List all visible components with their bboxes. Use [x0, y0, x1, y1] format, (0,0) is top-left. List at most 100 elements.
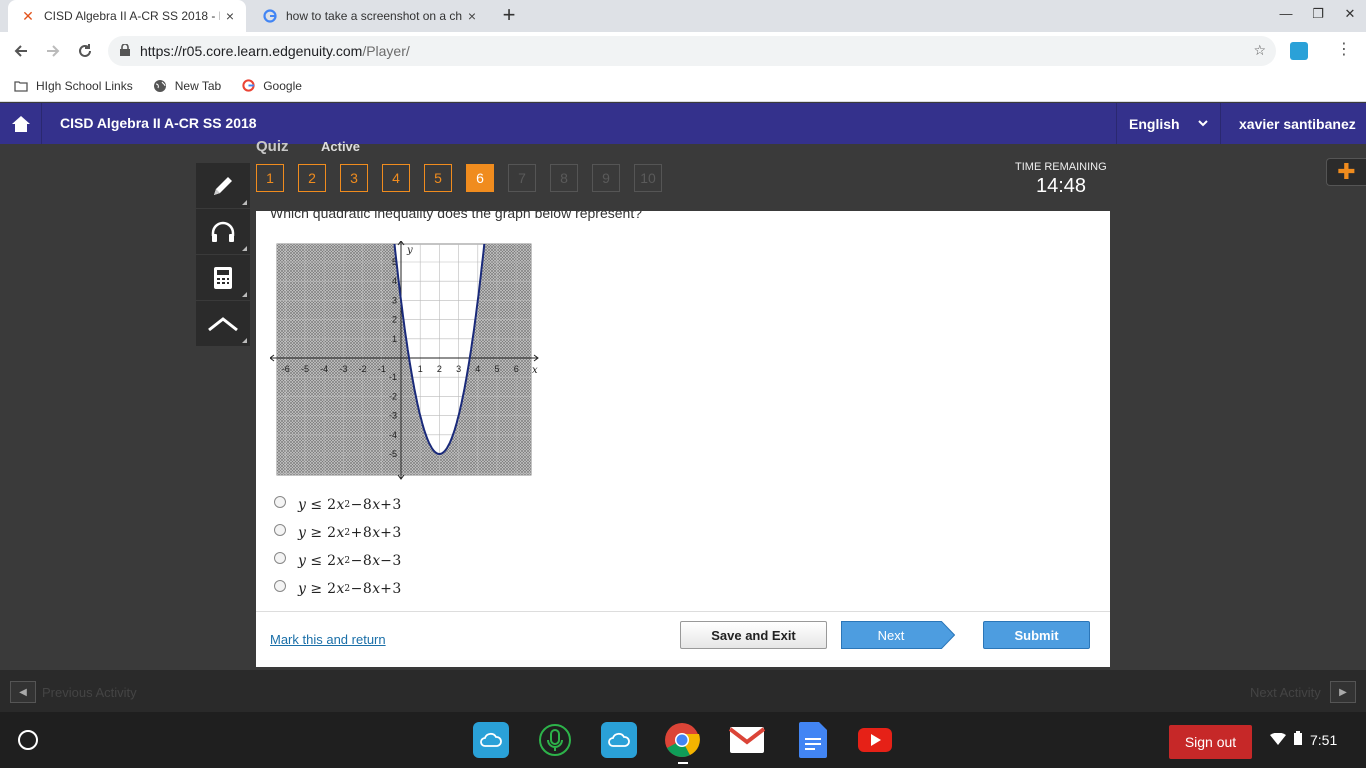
- question-navigator: 1 2 3 4 5 6 7 8 9 10: [256, 164, 676, 192]
- y-tick-label: 1: [392, 334, 397, 344]
- cloud-app-2-icon[interactable]: [601, 722, 637, 758]
- audio-tool[interactable]: [196, 209, 250, 254]
- question-5-button[interactable]: 5: [424, 164, 452, 192]
- headphones-icon: [211, 221, 235, 242]
- extension-cloud-icon[interactable]: [1290, 42, 1308, 60]
- y-tick-label: -3: [389, 411, 397, 421]
- url-host: https://r05.core.learn.edgenuity.com: [140, 43, 363, 59]
- radio-button[interactable]: [274, 552, 286, 564]
- chrome-app-icon[interactable]: [664, 722, 700, 758]
- google-g-icon: [241, 79, 255, 93]
- question-4-button[interactable]: 4: [382, 164, 410, 192]
- question-9-button: 9: [592, 164, 620, 192]
- question-panel: Which quadratic inequality does the grap…: [256, 211, 1110, 667]
- calculator-tool[interactable]: [196, 255, 250, 300]
- radio-button[interactable]: [274, 496, 286, 508]
- gmail-app-icon[interactable]: [729, 722, 765, 758]
- question-3-button[interactable]: 3: [340, 164, 368, 192]
- x-tick-label: 3: [456, 364, 461, 374]
- expand-plus-button[interactable]: ✚: [1326, 158, 1366, 186]
- calculator-icon: [214, 266, 232, 289]
- answer-option-3[interactable]: y ≤ 2 x 2 −8 x −3: [274, 552, 402, 569]
- language-selector[interactable]: English: [1116, 103, 1220, 144]
- next-button[interactable]: Next: [841, 621, 955, 649]
- address-bar[interactable]: https://r05.core.learn.edgenuity.com/Pla…: [108, 36, 1276, 66]
- radio-button[interactable]: [274, 524, 286, 536]
- collapse-tool[interactable]: [196, 301, 250, 346]
- bookmark-star-icon[interactable]: ☆: [1253, 42, 1266, 59]
- radio-button[interactable]: [274, 580, 286, 592]
- quiz-status: Active: [321, 139, 361, 154]
- y-tick-label: -4: [389, 430, 397, 440]
- x-tick-label: 5: [494, 364, 499, 374]
- url-path: /Player/: [362, 43, 410, 59]
- launcher-icon[interactable]: [18, 730, 38, 750]
- previous-activity-label: Previous Activity: [42, 685, 137, 700]
- tab-title: CISD Algebra II A-CR SS 2018 - E: [44, 9, 220, 23]
- activity-navigation-bar: ◀ Previous Activity Next Activity ▶: [0, 670, 1366, 712]
- bookmark-label: HIgh School Links: [36, 78, 133, 93]
- chevron-down-icon: [1197, 118, 1208, 130]
- cloud-app-icon[interactable]: [473, 722, 509, 758]
- mark-and-return-link[interactable]: Mark this and return: [270, 632, 386, 647]
- bookmarks-bar: HIgh School Links New Tab Google: [0, 70, 1366, 102]
- x-axis-label: x: [532, 365, 538, 376]
- new-tab-button[interactable]: +: [498, 4, 520, 26]
- bookmark-high-school-links[interactable]: HIgh School Links: [14, 79, 133, 93]
- quiz-label: Quiz: [256, 138, 289, 155]
- browser-toolbar: https://r05.core.learn.edgenuity.com/Pla…: [0, 32, 1366, 70]
- minimize-icon[interactable]: —: [1274, 6, 1298, 26]
- tab-google-search[interactable]: how to take a screenshot on a ch ×: [250, 0, 488, 32]
- user-menu[interactable]: xavier santibanez: [1220, 103, 1366, 144]
- browser-menu-icon[interactable]: ⋮: [1336, 40, 1352, 60]
- back-arrow-icon[interactable]: [10, 40, 32, 62]
- close-window-icon[interactable]: ✕: [1338, 6, 1362, 26]
- chevron-up-icon: [208, 316, 238, 331]
- next-activity-button[interactable]: ▶: [1330, 681, 1356, 703]
- bookmark-new-tab[interactable]: New Tab: [153, 79, 221, 93]
- save-and-exit-button[interactable]: Save and Exit: [680, 621, 827, 649]
- youtube-app-icon[interactable]: [857, 722, 893, 758]
- submit-button[interactable]: Submit: [983, 621, 1090, 649]
- course-title: CISD Algebra II A-CR SS 2018: [60, 115, 257, 131]
- close-tab-icon[interactable]: ×: [462, 8, 482, 24]
- y-tick-label: 2: [392, 315, 397, 325]
- answer-option-1[interactable]: y ≤ 2 x 2 −8 x +3: [274, 496, 402, 513]
- reload-icon[interactable]: [74, 40, 96, 62]
- microphone-app-icon[interactable]: [537, 722, 573, 758]
- close-tab-icon[interactable]: ×: [220, 8, 240, 24]
- language-label: English: [1129, 115, 1180, 132]
- folder-icon: [14, 79, 28, 93]
- restore-icon[interactable]: ❐: [1306, 6, 1330, 26]
- google-g-icon: [262, 8, 278, 24]
- system-tray[interactable]: 7:51: [1270, 731, 1337, 748]
- y-axis-label: y: [406, 245, 413, 256]
- x-tick-label: 1: [418, 364, 423, 374]
- question-10-button: 10: [634, 164, 662, 192]
- google-docs-app-icon[interactable]: [795, 722, 831, 758]
- forward-arrow-icon[interactable]: [42, 40, 64, 62]
- y-tick-label: 4: [392, 276, 397, 286]
- question-6-button[interactable]: 6: [466, 164, 494, 192]
- bookmark-label: Google: [263, 78, 302, 93]
- question-7-button: 7: [508, 164, 536, 192]
- tab-edgenuity[interactable]: ✕ CISD Algebra II A-CR SS 2018 - E ×: [8, 0, 246, 32]
- player-area: Quiz Active ✚ 1 2 3 4 5 6 7 8 9 10 TIME …: [0, 138, 1366, 670]
- y-tick-label: 3: [392, 295, 397, 305]
- globe-icon: [153, 79, 167, 93]
- pencil-icon: [214, 176, 232, 195]
- answer-option-2[interactable]: y ≥ 2 x 2 +8 x +3: [274, 524, 402, 541]
- next-activity-label: Next Activity: [1250, 685, 1321, 700]
- home-button[interactable]: [0, 103, 42, 144]
- y-tick-label: -5: [389, 449, 397, 459]
- bookmark-google[interactable]: Google: [241, 79, 302, 93]
- previous-activity-button[interactable]: ◀: [10, 681, 36, 703]
- pencil-tool[interactable]: [196, 163, 250, 208]
- tab-title: how to take a screenshot on a ch: [286, 9, 462, 23]
- y-tick-label: -2: [389, 391, 397, 401]
- question-2-button[interactable]: 2: [298, 164, 326, 192]
- time-remaining-label: TIME REMAINING: [1015, 161, 1107, 173]
- sign-out-button[interactable]: Sign out: [1169, 725, 1252, 759]
- question-1-button[interactable]: 1: [256, 164, 284, 192]
- answer-option-4[interactable]: y ≥ 2 x 2 −8 x +3: [274, 580, 402, 597]
